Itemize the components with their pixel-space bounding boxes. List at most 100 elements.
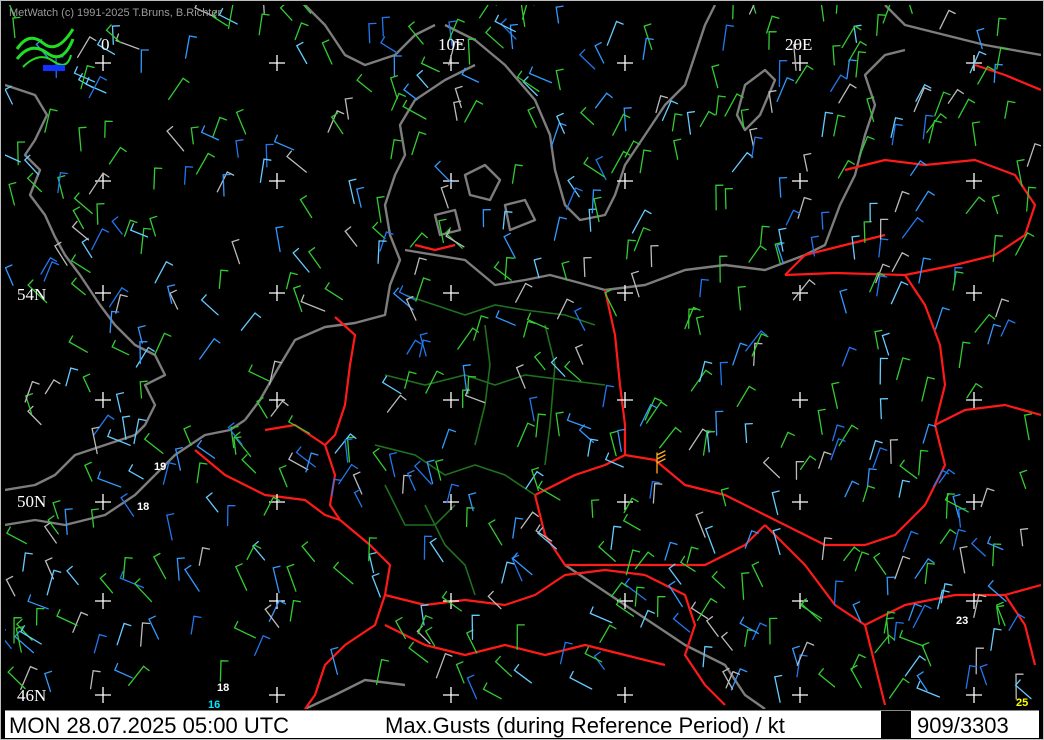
wind-barb <box>533 257 542 279</box>
wind-barb <box>912 604 932 629</box>
wind-barb <box>196 439 216 459</box>
wind-barb <box>196 462 208 484</box>
wind-barb <box>441 428 457 449</box>
wind-barb <box>817 408 826 435</box>
wind-barb <box>780 431 795 448</box>
wind-barb <box>286 150 307 173</box>
wind-barb <box>154 332 172 355</box>
wind-barb <box>66 565 79 586</box>
wind-barb <box>285 272 298 290</box>
border-lt-by <box>844 158 1037 277</box>
wind-barb <box>876 275 888 297</box>
wind-barb <box>295 41 308 65</box>
valid-datetime: MON 28.07.2025 05:00 UTC <box>9 713 290 738</box>
wind-barb <box>908 603 922 621</box>
wind-barb <box>149 215 158 237</box>
wind-barb <box>96 203 105 225</box>
wind-barb <box>97 471 122 488</box>
wind-barb <box>561 260 570 281</box>
wind-barb <box>82 373 91 393</box>
wind-barb <box>748 244 767 263</box>
wind-barb <box>926 112 947 134</box>
wind-barb <box>672 612 691 633</box>
wind-barb <box>924 562 936 585</box>
wind-barb <box>356 73 373 93</box>
wind-barb <box>881 332 890 356</box>
wind-barb <box>523 320 536 338</box>
wind-barb <box>346 436 356 463</box>
border-de-cz <box>534 453 756 511</box>
wind-barb <box>565 187 583 210</box>
wind-barb <box>555 112 565 134</box>
grid-cross <box>792 173 808 189</box>
wind-barb <box>420 604 429 626</box>
wind-barb <box>233 620 256 639</box>
grid-cross <box>269 173 285 189</box>
wind-barb <box>878 238 889 258</box>
wind-barb <box>645 400 668 424</box>
wind-barb <box>915 83 932 102</box>
wind-barb <box>771 490 780 516</box>
wind-barb <box>934 91 951 117</box>
weather-map[interactable] <box>5 5 1041 709</box>
wind-barb <box>231 238 241 265</box>
wind-barb <box>344 97 353 120</box>
wind-barb <box>113 662 133 679</box>
wind-barb <box>799 455 817 471</box>
wind-barb <box>129 223 149 238</box>
wind-barb <box>227 5 234 30</box>
wind-barb <box>965 664 978 689</box>
wind-barb <box>888 677 910 699</box>
grid-cross <box>966 687 982 703</box>
coast-finland <box>884 5 1041 57</box>
wind-barb <box>996 47 1009 70</box>
wind-barb <box>699 110 716 128</box>
state-border-5 <box>474 324 491 446</box>
wind-barb <box>744 422 753 444</box>
wind-barb <box>445 229 465 248</box>
wind-barb <box>574 344 584 365</box>
wind-barb <box>148 615 160 640</box>
wind-barb <box>719 361 729 386</box>
grid-cross <box>617 55 633 71</box>
wind-barb <box>516 624 525 651</box>
grid-cross <box>443 687 459 703</box>
wind-barb <box>457 327 480 350</box>
wind-barb <box>295 446 316 468</box>
wind-barb <box>368 552 377 574</box>
wind-barb <box>133 578 153 603</box>
border-lv-ee <box>974 63 1041 92</box>
border-pl-east <box>784 271 947 516</box>
wind-barb <box>862 485 876 503</box>
wind-barb <box>183 425 192 446</box>
wind-barb <box>218 269 229 289</box>
state-border-4 <box>424 504 476 596</box>
wind-barb <box>833 114 846 137</box>
wind-barb <box>482 209 491 228</box>
wind-barb <box>891 251 910 272</box>
border-at-hu-si <box>644 574 726 706</box>
grid-cross <box>95 494 111 510</box>
wind-barb <box>894 555 911 580</box>
wind-barb <box>796 654 808 678</box>
wind-barb <box>800 598 822 622</box>
wind-barb <box>916 671 928 692</box>
wind-barb <box>821 537 833 561</box>
wind-barb <box>205 492 219 513</box>
wind-barb <box>515 364 526 389</box>
wind-barb <box>22 552 33 572</box>
lon-label-0: 0 <box>101 35 110 54</box>
wind-barb <box>1004 100 1016 119</box>
wind-barb <box>168 77 190 101</box>
wind-barb <box>610 525 622 551</box>
grid-cross <box>966 285 982 301</box>
wind-barb <box>874 634 896 654</box>
wind-barb <box>434 160 452 183</box>
wind-barb <box>330 646 339 675</box>
wind-barb <box>199 337 221 360</box>
wind-barb <box>1000 319 1016 337</box>
wind-barb <box>81 237 93 259</box>
wind-barb <box>803 152 812 172</box>
wind-barb <box>166 125 185 152</box>
wind-barb <box>947 88 964 104</box>
